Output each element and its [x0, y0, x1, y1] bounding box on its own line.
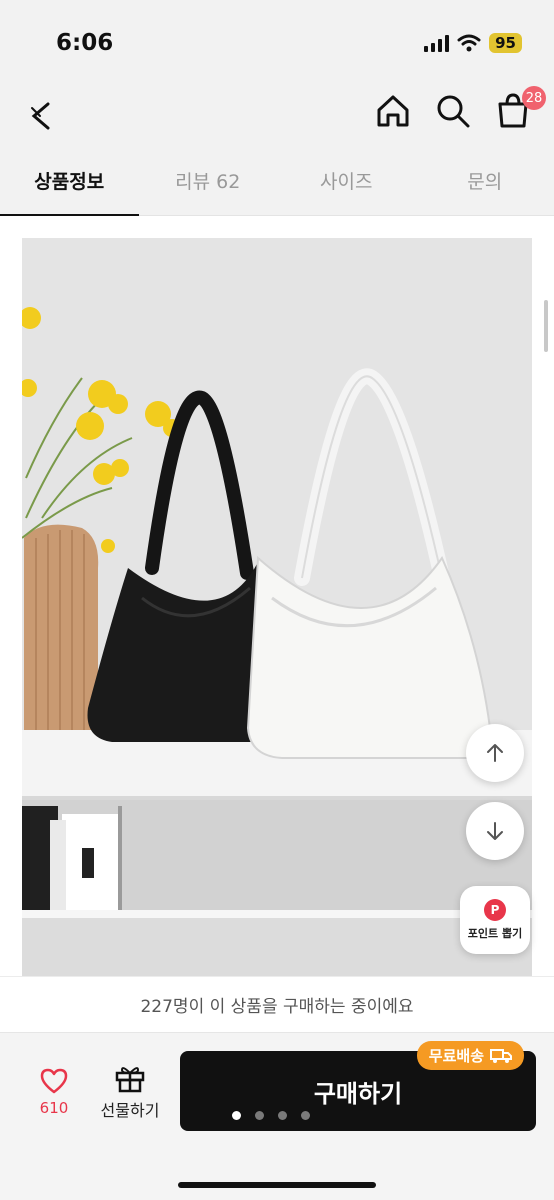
home-button[interactable] [374, 92, 412, 130]
product-photo [22, 238, 532, 976]
purchase-bar: 610 선물하기 구매하기 무료배송 [0, 1032, 554, 1200]
buyer-notice-bar: 227명이 이 상품을 구매하는 중이에요 [0, 976, 554, 1032]
like-count: 610 [39, 1099, 69, 1117]
free-shipping-badge: 무료배송 [416, 1041, 524, 1070]
arrow-down-icon [487, 822, 503, 840]
back-icon [31, 102, 50, 130]
page-dots [232, 1111, 310, 1120]
tab-reviews[interactable]: 리뷰 62 [139, 156, 278, 215]
point-icon: P [484, 899, 506, 921]
like-button[interactable]: 610 [30, 1067, 78, 1117]
cart-count-badge: 28 [522, 86, 546, 110]
free-shipping-label: 무료배송 [428, 1047, 484, 1065]
gift-button[interactable]: 선물하기 [96, 1063, 164, 1121]
buy-button-label: 구매하기 [313, 1079, 403, 1108]
battery-indicator: 95 [489, 33, 522, 53]
product-image [22, 238, 532, 976]
tab-product-info[interactable]: 상품정보 [0, 156, 139, 217]
signal-icon [424, 34, 450, 52]
product-content [0, 216, 554, 976]
point-draw-button[interactable]: P 포인트 뽑기 [460, 886, 530, 954]
status-icons: 95 [424, 33, 522, 53]
status-time: 6:06 [56, 30, 114, 56]
heart-icon [40, 1068, 68, 1094]
search-button[interactable] [434, 92, 472, 130]
arrow-up-icon [487, 744, 503, 762]
scroll-down-button[interactable] [466, 802, 524, 860]
page-dot-active [232, 1111, 241, 1120]
point-draw-label: 포인트 뽑기 [467, 927, 523, 940]
wifi-icon [457, 34, 481, 52]
page-dot [255, 1111, 264, 1120]
home-indicator [178, 1182, 376, 1188]
tab-size[interactable]: 사이즈 [277, 156, 416, 215]
nav-bar: 28 [0, 86, 554, 156]
home-icon [377, 95, 409, 127]
cart-button[interactable]: 28 [494, 86, 546, 130]
status-bar: 6:06 95 [0, 0, 554, 90]
truck-icon [490, 1048, 512, 1063]
buyer-notice-text: 227명이 이 상품을 구매하는 중이에요 [140, 997, 414, 1017]
scrollbar[interactable] [544, 300, 548, 352]
gift-icon [115, 1067, 145, 1093]
product-tabs: 상품정보 리뷰 62 사이즈 문의 [0, 156, 554, 217]
search-icon [437, 95, 470, 128]
page-dot [301, 1111, 310, 1120]
tab-inquiry[interactable]: 문의 [416, 156, 554, 215]
scroll-up-button[interactable] [466, 724, 524, 782]
gift-label: 선물하기 [100, 1101, 160, 1120]
page-dot [278, 1111, 287, 1120]
back-button[interactable] [20, 96, 60, 136]
nav-icons: 28 [374, 86, 546, 130]
